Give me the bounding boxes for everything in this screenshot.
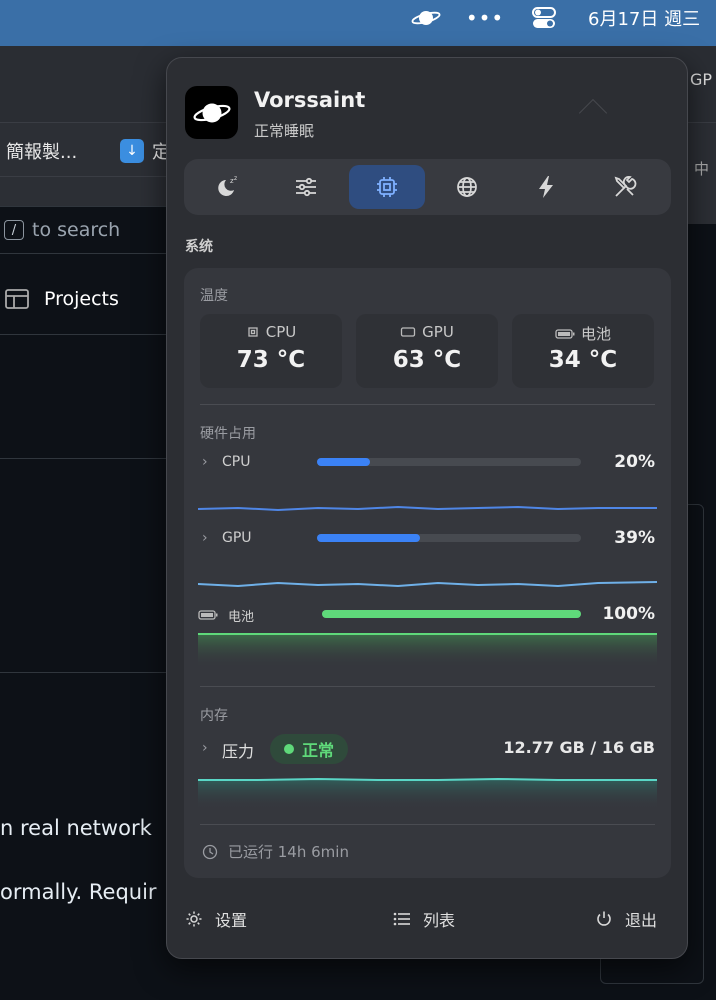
memory-title: 内存 [200, 708, 228, 724]
more-icon[interactable]: ••• [466, 0, 503, 36]
tab-label: GP [690, 70, 713, 89]
usage-title: 硬件占用 [200, 426, 256, 442]
globe-icon [457, 177, 477, 197]
bookmark-item[interactable]: 簡報製... [6, 138, 77, 164]
battery-icon [555, 328, 575, 339]
popover-arrow [578, 98, 608, 128]
temp-card-gpu: GPU 63 °C [356, 314, 498, 388]
cpu-sparkline [198, 505, 657, 512]
usage-label-battery: 电池 [228, 610, 255, 625]
gear-icon [186, 911, 202, 927]
quit-label: 退出 [625, 911, 658, 930]
quit-button[interactable]: 退出 [595, 906, 657, 932]
temp-card-cpu: CPU 73 °C [200, 314, 342, 388]
chevron-right-icon[interactable]: › [202, 530, 208, 546]
usage-percent-gpu: 39% [614, 528, 655, 548]
cpu-usage-fill [317, 458, 370, 466]
saturn-icon[interactable] [408, 0, 444, 36]
control-center-icon[interactable] [530, 0, 558, 36]
tools-icon [614, 175, 637, 197]
table-icon [5, 289, 29, 309]
temp-value: 63 °C [392, 347, 462, 373]
divider [200, 824, 655, 825]
battery-usage-bar [322, 610, 581, 618]
menubar-date[interactable]: 6月17日 週三 [588, 0, 700, 36]
app-icon [185, 86, 238, 139]
chip-icon [377, 177, 397, 197]
bookmark-item-2[interactable]: ↓ 定 [120, 138, 170, 164]
divider [0, 672, 166, 673]
temp-value: 34 °C [548, 347, 618, 373]
section-title-system: 系统 [185, 239, 213, 255]
app-status: 正常睡眠 [254, 122, 315, 140]
cpu-usage-bar [317, 458, 581, 466]
uptime-row: 已运行 14h 6min [202, 841, 349, 862]
usage-percent-cpu: 20% [614, 452, 655, 472]
saturn-logo-icon [192, 103, 231, 122]
divider [200, 404, 655, 405]
system-card: 温度 CPU 73 °C GPU 63 °C 电池 34 °C 硬件占用 › C… [184, 268, 671, 878]
gpu-usage-fill [317, 534, 420, 542]
battery-sparkline [198, 633, 657, 668]
gpu-sparkline [198, 581, 657, 588]
settings-button[interactable]: 设置 [185, 906, 247, 932]
power-icon [597, 911, 611, 926]
clock-icon [202, 844, 218, 859]
battery-icon [198, 610, 218, 620]
pressure-status: 正常 [301, 741, 334, 760]
usage-percent-battery: 100% [602, 604, 655, 624]
menu-bar: ••• 6月17日 週三 [0, 0, 716, 46]
gpu-usage-bar [317, 534, 581, 542]
settings-label: 设置 [215, 911, 248, 930]
svg-text:z: z [234, 175, 237, 182]
temp-label: CPU [265, 323, 297, 341]
temperature-title: 温度 [200, 288, 228, 304]
uptime-text: 已运行 14h 6min [228, 843, 349, 861]
temp-value: 73 °C [236, 347, 306, 373]
usage-label-gpu: GPU [222, 530, 252, 546]
divider [0, 334, 166, 335]
chevron-right-icon[interactable]: › [202, 740, 208, 756]
cpu-icon [248, 327, 258, 337]
temp-label: GPU [422, 323, 454, 341]
temp-label: 电池 [580, 325, 611, 343]
vorssaint-popover: Vorssaint 正常睡眠 zz 系统 温度 CPU 73 °C GPU 63… [166, 57, 688, 959]
list-label: 列表 [423, 911, 456, 930]
divider [0, 176, 166, 177]
tab-settings[interactable] [268, 165, 344, 209]
divider [200, 686, 655, 687]
search-key: / [4, 220, 24, 240]
body-text: n real network [0, 816, 152, 840]
gpu-icon [401, 327, 416, 337]
usage-label-cpu: CPU [222, 454, 251, 470]
status-badge: 正常 [270, 734, 348, 764]
divider [0, 458, 166, 459]
projects-label: Projects [44, 288, 119, 310]
search-placeholder: to search [32, 219, 121, 241]
status-dot-icon [283, 744, 294, 754]
download-icon: ↓ [120, 139, 144, 163]
tab-network[interactable] [429, 165, 505, 209]
memory-sparkline [198, 777, 657, 810]
list-icon [393, 912, 410, 926]
sleep-moon-icon: zz [218, 175, 237, 196]
memory-value: 12.77 GB / 16 GB [503, 738, 655, 757]
pressure-label: 压力 [222, 742, 255, 761]
app-name: Vorssaint [254, 88, 366, 112]
sliders-icon [296, 177, 316, 197]
tab-system[interactable] [349, 165, 425, 209]
battery-usage-fill [322, 610, 581, 618]
tab-tools[interactable] [587, 165, 663, 209]
side-text: 中 [694, 160, 710, 178]
tab-power[interactable] [508, 165, 584, 209]
list-button[interactable]: 列表 [393, 906, 455, 932]
body-text: ormally. Requir [0, 880, 157, 904]
bolt-icon [539, 176, 553, 198]
tab-bar: zz [184, 159, 671, 215]
tab-sleep[interactable]: zz [189, 165, 265, 209]
temp-card-battery: 电池 34 °C [512, 314, 654, 388]
chevron-right-icon[interactable]: › [202, 454, 208, 470]
